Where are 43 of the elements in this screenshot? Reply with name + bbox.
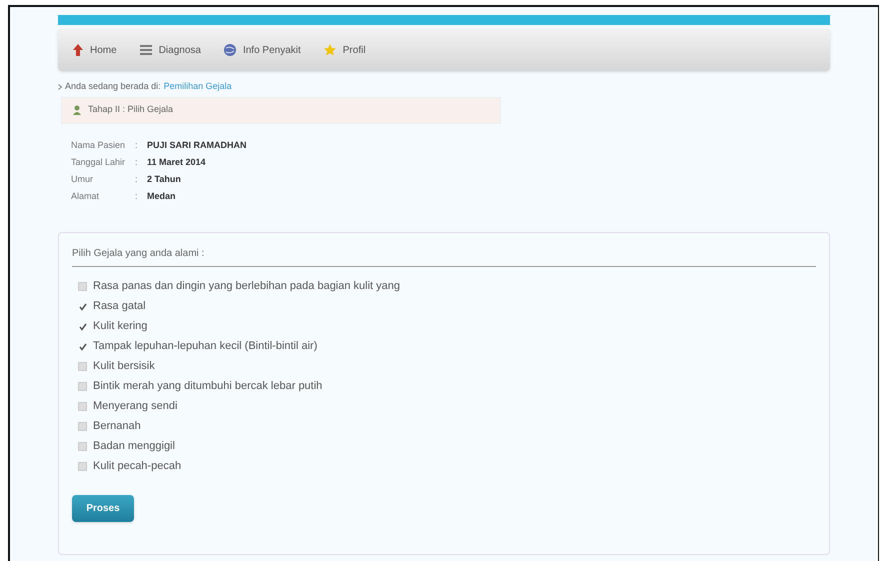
checkbox[interactable] bbox=[78, 302, 87, 311]
checkbox-label: Kulit bersisik bbox=[93, 359, 155, 374]
breadcrumb-link[interactable]: Pemilihan Gejala bbox=[164, 80, 232, 94]
nav-link[interactable]: Profil bbox=[322, 42, 366, 58]
checkbox[interactable] bbox=[78, 342, 87, 351]
nav-link[interactable]: Diagnosa bbox=[138, 42, 201, 58]
checkbox-label: Bernanah bbox=[93, 419, 141, 434]
field-value: 11 Maret 2014 bbox=[147, 156, 206, 169]
field-value: PUJI SARI RAMADHAN bbox=[147, 138, 247, 152]
checkbox-label: Tampak lepuhan-lepuhan kecil (Bintil-bintil air) bbox=[93, 339, 318, 354]
process-button[interactable]: Proses bbox=[72, 494, 134, 522]
checkbox-label: Kulit pecah-pecah bbox=[93, 459, 182, 474]
check-icon bbox=[78, 342, 86, 350]
nav-link[interactable]: Home bbox=[72, 42, 117, 58]
check-icon bbox=[78, 302, 86, 310]
checkbox-label: Badan menggigil bbox=[93, 439, 175, 454]
field-label: Alamat bbox=[71, 190, 100, 203]
field-colon: : bbox=[135, 172, 139, 186]
list-icon bbox=[138, 44, 153, 56]
checkbox-label: Menyerang sendi bbox=[93, 399, 178, 414]
chevron-icon bbox=[58, 84, 62, 90]
checkbox-label: Bintik merah yang ditumbuhi bercak lebar putih bbox=[93, 379, 322, 394]
checkbox[interactable] bbox=[78, 322, 87, 331]
panel-heading: Pilih Gejala yang anda alami : bbox=[72, 246, 816, 266]
field-label: Tanggal Lahir bbox=[71, 156, 126, 169]
step-title: Tahap II : Pilih Gejala bbox=[88, 103, 174, 116]
field-colon: : bbox=[135, 190, 139, 203]
nav-link[interactable]: Info Penyakit bbox=[222, 42, 301, 58]
field-value: 2 Tahun bbox=[147, 172, 181, 186]
field-value: Medan bbox=[147, 190, 176, 203]
field-label: Umur bbox=[71, 172, 94, 186]
field-label: Nama Pasien bbox=[71, 138, 126, 152]
up-arrow-icon bbox=[72, 43, 84, 57]
star-icon bbox=[322, 43, 337, 57]
checkbox-label: Rasa panas dan dingin yang berlebihan pada bagian kulit yang bbox=[93, 279, 400, 294]
person-icon bbox=[72, 105, 82, 115]
globe-icon bbox=[222, 43, 237, 57]
breadcrumb-text: Anda sedang berada di: bbox=[65, 80, 161, 93]
field-colon: : bbox=[135, 138, 139, 152]
check-icon bbox=[78, 322, 86, 330]
checkbox-label: Kulit kering bbox=[93, 319, 148, 334]
field-colon: : bbox=[135, 156, 139, 169]
checkbox-label: Rasa gatal bbox=[93, 299, 146, 314]
